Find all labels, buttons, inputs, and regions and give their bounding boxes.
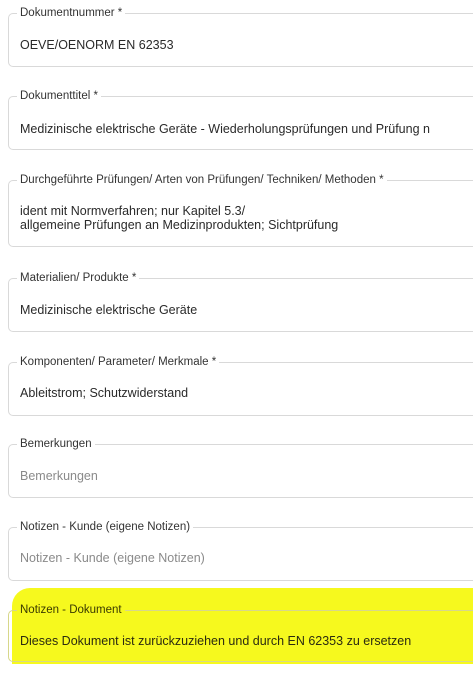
pruefungen-methoden-field[interactable]: Durchgeführte Prüfungen/ Arten von Prüfu… bbox=[8, 173, 473, 247]
komponenten-parameter-label: Komponenten/ Parameter/ Merkmale * bbox=[17, 355, 220, 370]
pruefungen-methoden-value-line-1[interactable]: ident mit Normverfahren; nur Kapitel 5.3… bbox=[20, 204, 473, 219]
dokumenttitel-field[interactable]: Dokumenttitel * Medizinische elektrische… bbox=[8, 89, 473, 150]
materialien-produkte-field[interactable]: Materialien/ Produkte * Medizinische ele… bbox=[8, 271, 473, 332]
dokumentnummer-label: Dokumentnummer * bbox=[17, 6, 126, 21]
bemerkungen-field[interactable]: Bemerkungen Bemerkungen bbox=[8, 437, 473, 498]
bemerkungen-placeholder[interactable]: Bemerkungen bbox=[20, 469, 473, 484]
notizen-kunde-label: Notizen - Kunde (eigene Notizen) bbox=[17, 520, 194, 535]
notizen-dokument-field[interactable]: Notizen - Dokument Dieses Dokument ist z… bbox=[8, 603, 473, 662]
notizen-kunde-field[interactable]: Notizen - Kunde (eigene Notizen) Notizen… bbox=[8, 520, 473, 581]
materialien-produkte-label: Materialien/ Produkte * bbox=[17, 271, 140, 286]
pruefungen-methoden-label: Durchgeführte Prüfungen/ Arten von Prüfu… bbox=[17, 173, 387, 188]
bemerkungen-label: Bemerkungen bbox=[17, 437, 95, 452]
notizen-dokument-label: Notizen - Dokument bbox=[17, 603, 125, 618]
materialien-produkte-value[interactable]: Medizinische elektrische Geräte bbox=[20, 303, 473, 318]
notizen-kunde-placeholder[interactable]: Notizen - Kunde (eigene Notizen) bbox=[20, 551, 473, 566]
dokumentnummer-field[interactable]: Dokumentnummer * OEVE/OENORM EN 62353 bbox=[8, 6, 473, 67]
komponenten-parameter-value[interactable]: Ableitstrom; Schutzwiderstand bbox=[20, 386, 473, 401]
komponenten-parameter-field[interactable]: Komponenten/ Parameter/ Merkmale * Ablei… bbox=[8, 355, 473, 416]
pruefungen-methoden-value-line-2[interactable]: allgemeine Prüfungen an Medizinprodukten… bbox=[20, 218, 473, 233]
dokumenttitel-value[interactable]: Medizinische elektrische Geräte - Wieder… bbox=[20, 122, 473, 137]
notizen-dokument-value[interactable]: Dieses Dokument ist zurückzuziehen und d… bbox=[20, 634, 473, 649]
dokumenttitel-label: Dokumenttitel * bbox=[17, 89, 101, 104]
dokumentnummer-value[interactable]: OEVE/OENORM EN 62353 bbox=[20, 38, 473, 53]
